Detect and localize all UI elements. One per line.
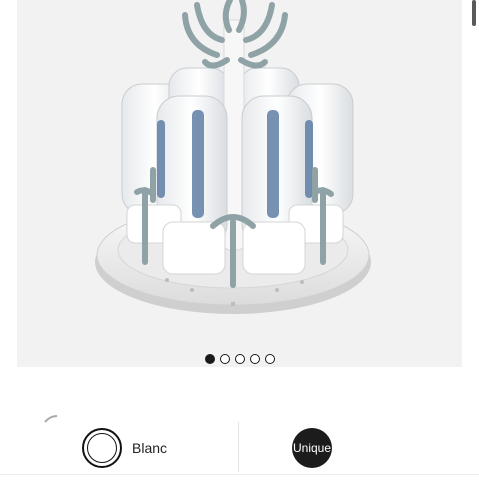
white-swatch-fill: [87, 433, 117, 463]
pagination-dot-2[interactable]: [219, 354, 230, 364]
size-option-unique[interactable]: Unique: [292, 428, 332, 468]
variant-selector: Blanc Unique: [0, 420, 479, 476]
pagination-dot-5[interactable]: [264, 354, 275, 364]
gallery-pagination: [0, 354, 479, 368]
options-divider: [238, 422, 239, 472]
product-image-gallery[interactable]: [17, 0, 462, 367]
bottle-drying-rack-image: [95, 0, 371, 314]
pagination-dot-3[interactable]: [234, 354, 245, 364]
page-scrollbar[interactable]: [472, 0, 476, 26]
color-option-blanc[interactable]: Blanc: [82, 426, 167, 470]
color-option-label: Blanc: [132, 440, 168, 456]
pagination-dot-1[interactable]: [204, 354, 215, 364]
section-divider: [0, 474, 479, 475]
pagination-dot-4[interactable]: [249, 354, 260, 364]
white-color-swatch[interactable]: [82, 428, 122, 468]
